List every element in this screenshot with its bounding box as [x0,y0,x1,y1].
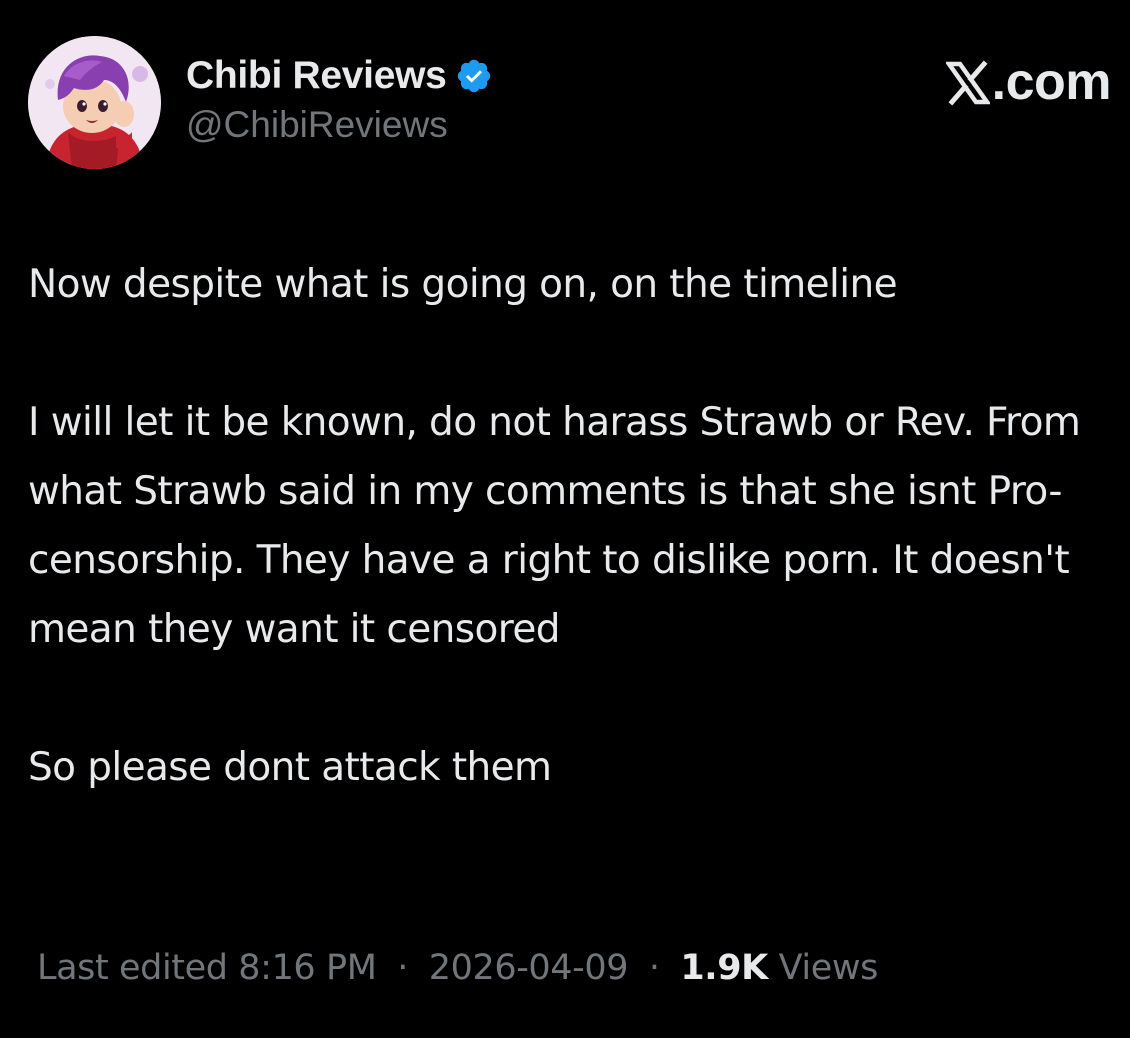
site-logo: .com [944,52,1112,112]
avatar[interactable] [28,36,161,169]
edited-timestamp[interactable]: Last edited 8:16 PM [37,948,377,988]
handle[interactable]: @ChibiReviews [186,104,493,146]
meta-separator: · [648,948,660,988]
views-count[interactable]: 1.9K [680,948,768,988]
tweet-text: Now despite what is going on, on the tim… [28,250,1113,802]
x-logo-icon [944,59,991,106]
meta-separator: · [397,948,408,988]
site-logo-text: .com [991,53,1112,111]
display-name[interactable]: Chibi Reviews [186,54,447,98]
avatar-illustration [28,36,161,169]
post-date[interactable]: 2026-04-09 [429,948,629,988]
tweet-paragraph: I will let it be known, do not harass St… [28,400,1081,652]
tweet-paragraph: So please dont attack them [28,745,552,790]
tweet-meta: Last edited 8:16 PM · 2026-04-09 · 1.9K … [37,948,878,988]
name-row: Chibi Reviews [186,54,493,98]
verified-badge-icon [455,57,493,95]
tweet-paragraph: Now despite what is going on, on the tim… [28,262,898,307]
author-info: Chibi Reviews @ChibiReviews [186,54,493,146]
views-label: Views [778,948,879,988]
tweet-header: Chibi Reviews @ChibiReviews .com [28,36,1118,176]
